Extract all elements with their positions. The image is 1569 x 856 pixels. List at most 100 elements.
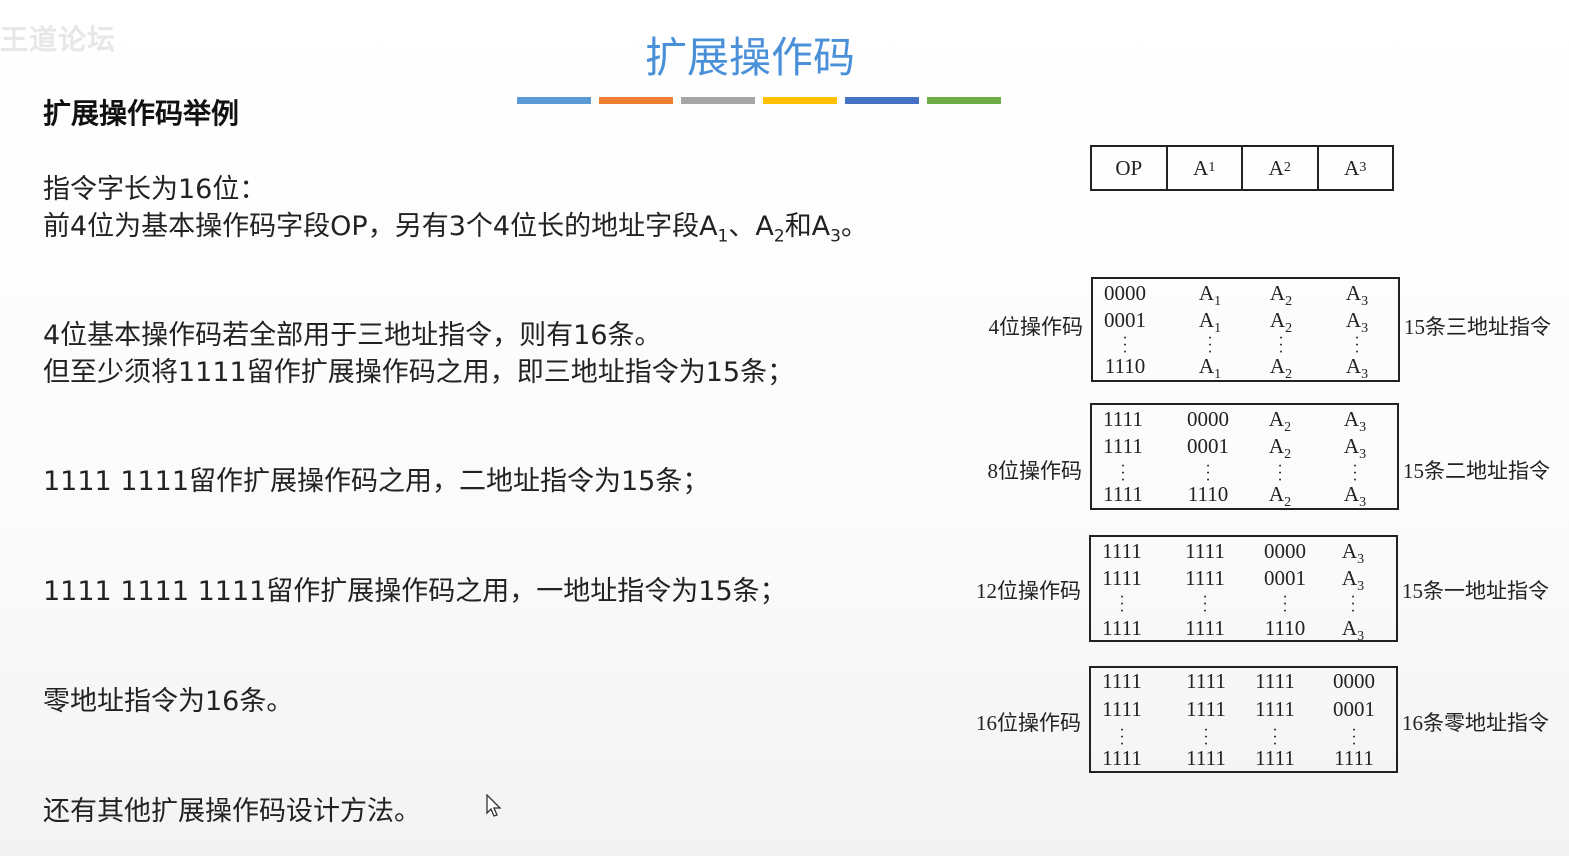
a1-sub: 1 (1208, 160, 1216, 175)
address-field-letter: A (1268, 407, 1285, 431)
address-field-subscript: 2 (1284, 420, 1292, 436)
opcode-cell: 1111 (1255, 669, 1295, 693)
opcode-group-box-3: 1111 1111 0000 A3 1111 1111 0001 A3 1111 1111 1110… (1089, 535, 1398, 645)
vertical-ellipsis: · · · (1272, 722, 1278, 753)
vertical-ellipsis: · · · (1282, 589, 1288, 620)
text-line-2-part-a: 前4位为基本操作码字段OP，另有3个4位长的地址字段A (43, 211, 718, 242)
opcode-length-label: 4位操作码 (988, 315, 1084, 339)
vertical-ellipsis: · · · (1119, 722, 1125, 753)
vertical-ellipsis: · · · (1352, 458, 1358, 489)
vertical-ellipsis: · · · (1205, 458, 1211, 489)
opcode-cell: A2 (1270, 281, 1292, 310)
text-line-7: 零地址指令为16条。 (43, 686, 294, 717)
address-field-letter: A (1198, 308, 1215, 332)
address-field-subscript: 3 (1357, 579, 1365, 595)
address-field-subscript: 3 (1359, 420, 1367, 436)
address-field-letter: A (1341, 539, 1358, 563)
opcode-cell: A3 (1342, 539, 1364, 568)
vertical-ellipsis: · · · (1203, 722, 1209, 753)
a2-sub: 2 (1283, 160, 1291, 175)
opcode-cell: A3 (1342, 616, 1364, 645)
address-field-letter: A (1345, 281, 1362, 305)
stripe-2 (599, 97, 673, 104)
instruction-format-box: OP A1 A 2 A3 (1090, 145, 1394, 191)
opcode-cell: 1111 (1255, 697, 1295, 721)
opcode-cell: 1111 (1186, 697, 1226, 721)
section-subtitle: 扩展操作码举例 (43, 97, 240, 130)
opcode-cell: 0001 (1333, 697, 1375, 721)
opcode-length-label: 8位操作码 (987, 459, 1083, 483)
vertical-ellipsis: · · · (1207, 330, 1213, 361)
address-field-subscript: 2 (1285, 367, 1293, 383)
text-line-8: 还有其他扩展操作码设计方法。 (43, 796, 421, 827)
address-field-subscript: 2 (1284, 447, 1292, 463)
opcode-length-label: 12位操作码 (976, 579, 1081, 603)
text-line-4: 但至少须将1111留作扩展操作码之用，即三地址指令为15条； (43, 357, 795, 388)
opcode-cell: 0000 (1264, 539, 1306, 563)
address-field-letter: A (1268, 434, 1285, 458)
address-field-letter: A (1343, 434, 1360, 458)
vertical-ellipsis: · · · (1202, 589, 1208, 620)
vertical-ellipsis: · · · (1351, 722, 1357, 753)
vertical-ellipsis: · · · (1278, 330, 1284, 361)
vertical-ellipsis: · · · (1350, 589, 1356, 620)
a3-sub: 3 (1359, 160, 1367, 175)
address-field-subscript: 1 (1214, 367, 1222, 383)
opcode-cell: A2 (1269, 407, 1291, 436)
opcode-cell: 0001 (1187, 434, 1229, 458)
opcode-cell: 0000 (1333, 669, 1375, 693)
address-field-letter: A (1343, 407, 1360, 431)
vertical-ellipsis: · · · (1277, 458, 1283, 489)
address-field-subscript: 3 (1359, 495, 1367, 511)
opcode-cell: A3 (1346, 281, 1368, 310)
opcode-cell: A1 (1199, 281, 1221, 310)
text-line-6: 1111 1111 1111留作扩展操作码之用，一地址指令为15条； (43, 576, 787, 607)
opcode-cell: 1111 (1102, 566, 1142, 590)
opcode-cell: 1111 (1185, 539, 1225, 563)
instruction-count-label: 15条二地址指令 (1403, 459, 1550, 483)
stripe-3 (681, 97, 755, 104)
address-field-subscript: 1 (1214, 321, 1222, 337)
opcode-cell: 1111 (1103, 434, 1143, 458)
opcode-group-box-2: 1111 0000 A2 A3 1111 0001 A2 A3 1111 1110 A2 A3 · · · ·… (1090, 403, 1399, 510)
opcode-cell: 1111 (1185, 566, 1225, 590)
stripe-4 (763, 97, 837, 104)
text-line-5: 1111 1111留作扩展操作码之用，二地址指令为15条； (43, 466, 710, 497)
a1-label: A (1193, 155, 1209, 180)
a1-field: A1 (1168, 147, 1243, 189)
opcode-group-box-4: 1111 1111 1111 0000 1111 1111 1111 0001 1111 1111… (1089, 666, 1398, 773)
opcode-cell: 1111 (1102, 539, 1142, 563)
vertical-ellipsis: · · · (1122, 330, 1128, 361)
address-field-letter: A (1269, 308, 1286, 332)
a3-field: A3 (1319, 147, 1393, 189)
mouse-cursor-icon (486, 793, 502, 822)
address-field-subscript: 3 (1357, 629, 1365, 645)
address-field-subscript: 2 (1284, 495, 1292, 511)
opcode-cell: 0000 (1104, 281, 1146, 305)
text-line-2-part-c: 和A (784, 211, 831, 242)
vertical-ellipsis: · · · (1119, 589, 1125, 620)
sub-1: 1 (717, 226, 729, 247)
address-field-letter: A (1269, 281, 1286, 305)
opcode-group-box-1: 0000 A1 A2 A3 0001 A1 A2 A3 1110 A1 A2 A3 · · · · · · · · · ·… (1091, 277, 1400, 382)
opcode-cell: 1111 (1186, 669, 1226, 693)
sub-3: 3 (830, 226, 841, 247)
vertical-ellipsis: · · · (1354, 330, 1360, 361)
address-field-subscript: 3 (1361, 294, 1369, 310)
address-field-subscript: 3 (1361, 321, 1369, 337)
text-line-1: 指令字长为16位： (43, 174, 267, 205)
stripe-6 (927, 97, 1001, 104)
opcode-cell: 1111 (1102, 669, 1142, 693)
address-field-letter: A (1198, 281, 1215, 305)
op-label: OP (1115, 155, 1143, 180)
title-color-stripes (517, 97, 1001, 104)
sub-2: 2 (773, 226, 785, 247)
text-line-3: 4位基本操作码若全部用于三地址指令，则有16条。 (43, 320, 662, 351)
address-field-subscript: 1 (1214, 294, 1222, 310)
instruction-count-label: 15条三地址指令 (1404, 315, 1551, 339)
text-line-2: 前4位为基本操作码字段OP，另有3个4位长的地址字段A1、A2和A3。 (43, 204, 868, 246)
address-field-subscript: 2 (1285, 321, 1293, 337)
vertical-ellipsis: · · · (1120, 458, 1126, 489)
address-field-letter: A (1341, 566, 1358, 590)
address-field-subscript: 3 (1359, 447, 1367, 463)
